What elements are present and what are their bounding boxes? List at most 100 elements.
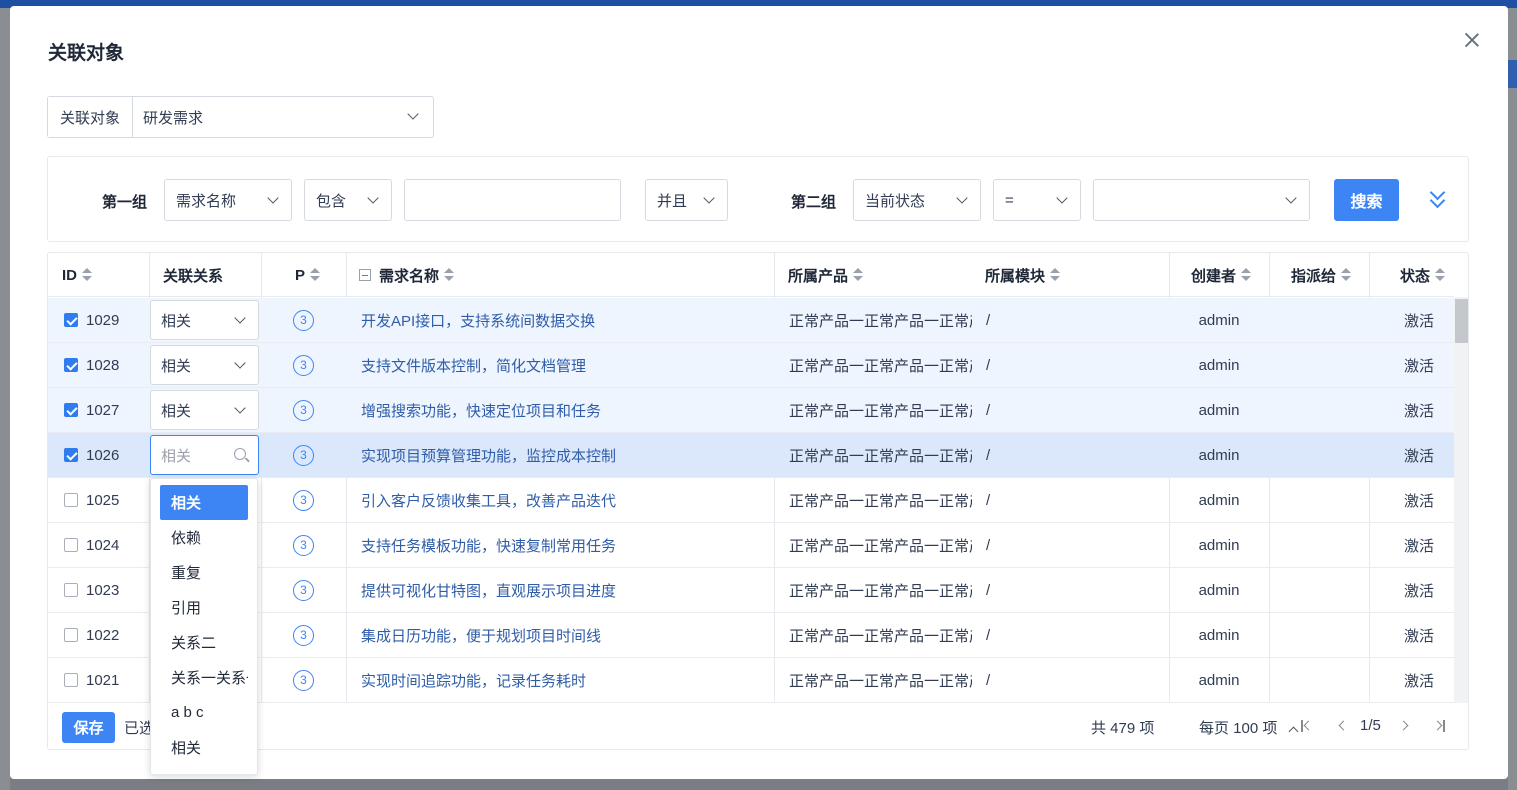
sort-icon — [1435, 268, 1446, 282]
save-button[interactable]: 保存 — [62, 712, 115, 743]
last-page-icon[interactable] — [1432, 719, 1447, 733]
collapse-icon[interactable] — [359, 269, 371, 281]
table-row[interactable]: 1023 3 提供可视化甘特图，直观展示项目进度 正常产品一正常产品一正常产品 … — [48, 568, 1454, 613]
row-checkbox[interactable] — [64, 628, 78, 642]
prev-page-icon[interactable] — [1336, 719, 1350, 733]
next-page-icon[interactable] — [1398, 719, 1412, 733]
background-app-left — [0, 8, 10, 790]
sort-icon — [310, 268, 321, 282]
row-checkbox[interactable] — [64, 493, 78, 507]
row-checkbox[interactable] — [64, 448, 78, 462]
chevron-down-icon — [1285, 192, 1297, 204]
table-row[interactable]: 1021 3 实现时间追踪功能，记录任务耗时 正常产品一正常产品一正常产品 / … — [48, 658, 1454, 703]
header-status[interactable]: 状态 — [1400, 253, 1446, 297]
product-cell: 正常产品一正常产品一正常产品 — [789, 402, 972, 420]
row-checkbox[interactable] — [64, 403, 78, 417]
header-module[interactable]: 所属模块 — [985, 253, 1061, 297]
table-row[interactable]: 1025 3 引入客户反馈收集工具，改善产品迭代 正常产品一正常产品一正常产品 … — [48, 478, 1454, 523]
requirement-link[interactable]: 增强搜索功能，快速定位项目和任务 — [361, 388, 766, 432]
search-button[interactable]: 搜索 — [1334, 179, 1399, 221]
product-cell: 正常产品一正常产品一正常产品 — [789, 447, 972, 465]
sort-icon — [1241, 268, 1252, 282]
requirement-link[interactable]: 开发API接口，支持系统间数据交换 — [361, 298, 766, 342]
sort-icon — [1341, 268, 1352, 282]
header-product[interactable]: 所属产品 — [788, 253, 864, 297]
row-id-cell: 1029 — [64, 298, 119, 342]
object-type-value[interactable]: 研发需求 — [133, 97, 433, 137]
priority-badge: 3 — [293, 523, 314, 567]
row-checkbox[interactable] — [64, 358, 78, 372]
priority-badge: 3 — [293, 613, 314, 657]
requirement-link[interactable]: 引入客户反馈收集工具，改善产品迭代 — [361, 478, 766, 522]
group2-operator-select[interactable]: = — [993, 179, 1081, 221]
requirement-link[interactable]: 实现时间追踪功能，记录任务耗时 — [361, 658, 766, 702]
row-checkbox[interactable] — [64, 538, 78, 552]
chevron-down-icon — [234, 312, 246, 324]
table-row[interactable]: 1024 3 支持任务模板功能，快速复制常用任务 正常产品一正常产品一正常产品 … — [48, 523, 1454, 568]
table-scrollbar[interactable] — [1454, 297, 1468, 703]
table-row[interactable]: 1026 相关 3 实现项目预算管理功能，监控成本控制 正常产品一正常产品一正常… — [48, 433, 1454, 478]
group1-operator-select[interactable]: 包含 — [304, 179, 392, 221]
chevron-down-icon — [1056, 192, 1068, 204]
header-name[interactable]: 需求名称 — [359, 253, 455, 297]
per-page-select[interactable]: 每页 100 项 — [1199, 717, 1298, 738]
chevron-down-icon — [267, 192, 279, 204]
table-row[interactable]: 1022 3 集成日历功能，便于规划项目时间线 正常产品一正常产品一正常产品 /… — [48, 613, 1454, 658]
first-page-icon[interactable] — [1300, 719, 1314, 733]
relation-option[interactable]: a b c — [160, 695, 248, 730]
group1-field-select[interactable]: 需求名称 — [164, 179, 292, 221]
logic-select[interactable]: 并且 — [645, 179, 728, 221]
requirement-link[interactable]: 支持文件版本控制，简化文档管理 — [361, 343, 766, 387]
group1-value-input[interactable] — [404, 179, 621, 221]
module-cell: / — [986, 491, 991, 509]
chevron-down-icon — [407, 108, 419, 120]
header-priority[interactable]: P — [295, 253, 321, 297]
relation-select[interactable]: 相关 — [150, 300, 259, 340]
sort-icon — [1050, 268, 1061, 282]
table-row[interactable]: 1027 相关 3 增强搜索功能，快速定位项目和任务 正常产品一正常产品一正常产… — [48, 388, 1454, 433]
module-cell: / — [986, 581, 991, 599]
header-relation: 关联关系 — [163, 267, 224, 285]
search-panel: 第一组 需求名称 包含 并且 第二组 当前状态 = 搜索 — [47, 156, 1469, 242]
row-checkbox[interactable] — [64, 583, 78, 597]
double-chevron-down-icon[interactable] — [1428, 184, 1448, 209]
header-assignee[interactable]: 指派给 — [1291, 253, 1352, 297]
object-type-select[interactable]: 关联对象 研发需求 — [47, 96, 434, 138]
header-creator[interactable]: 创建者 — [1191, 253, 1252, 297]
relation-search-input[interactable]: 相关 — [150, 435, 259, 475]
search-icon — [234, 448, 246, 460]
relation-option[interactable]: 依赖 — [160, 520, 248, 555]
group2-field-select[interactable]: 当前状态 — [853, 179, 981, 221]
relation-select[interactable]: 相关 — [150, 390, 259, 430]
creator-cell: admin — [1198, 311, 1240, 329]
header-id[interactable]: ID — [62, 253, 92, 297]
table-row[interactable]: 1028 相关 3 支持文件版本控制，简化文档管理 正常产品一正常产品一正常产品… — [48, 343, 1454, 388]
relation-option[interactable]: 关系一关系一 — [160, 660, 248, 695]
row-checkbox[interactable] — [64, 313, 78, 327]
background-app-right — [1508, 8, 1517, 790]
group2-value-select[interactable] — [1093, 179, 1310, 221]
relation-select[interactable]: 相关 — [150, 345, 259, 385]
row-id-cell: 1028 — [64, 343, 119, 387]
relation-option[interactable]: 重复 — [160, 555, 248, 590]
creator-cell: admin — [1198, 491, 1240, 509]
relation-option[interactable]: 相关 — [160, 730, 248, 765]
requirement-link[interactable]: 提供可视化甘特图，直观展示项目进度 — [361, 568, 766, 612]
creator-cell: admin — [1198, 671, 1240, 689]
relation-option[interactable]: 关系二 — [160, 625, 248, 660]
row-checkbox[interactable] — [64, 673, 78, 687]
module-cell: / — [986, 446, 991, 464]
requirement-link[interactable]: 实现项目预算管理功能，监控成本控制 — [361, 433, 766, 477]
chevron-down-icon — [367, 192, 379, 204]
relation-option[interactable]: 相关 — [160, 485, 248, 520]
requirement-link[interactable]: 支持任务模板功能，快速复制常用任务 — [361, 523, 766, 567]
table-row[interactable]: 1029 相关 3 开发API接口，支持系统间数据交换 正常产品一正常产品一正常… — [48, 298, 1454, 343]
sort-icon — [444, 268, 455, 282]
close-icon[interactable] — [1462, 30, 1482, 50]
module-cell: / — [986, 671, 991, 689]
relation-option[interactable]: 引用 — [160, 590, 248, 625]
product-cell: 正常产品一正常产品一正常产品 — [789, 492, 972, 510]
priority-badge: 3 — [293, 568, 314, 612]
requirement-link[interactable]: 集成日历功能，便于规划项目时间线 — [361, 613, 766, 657]
row-id-cell: 1027 — [64, 388, 119, 432]
